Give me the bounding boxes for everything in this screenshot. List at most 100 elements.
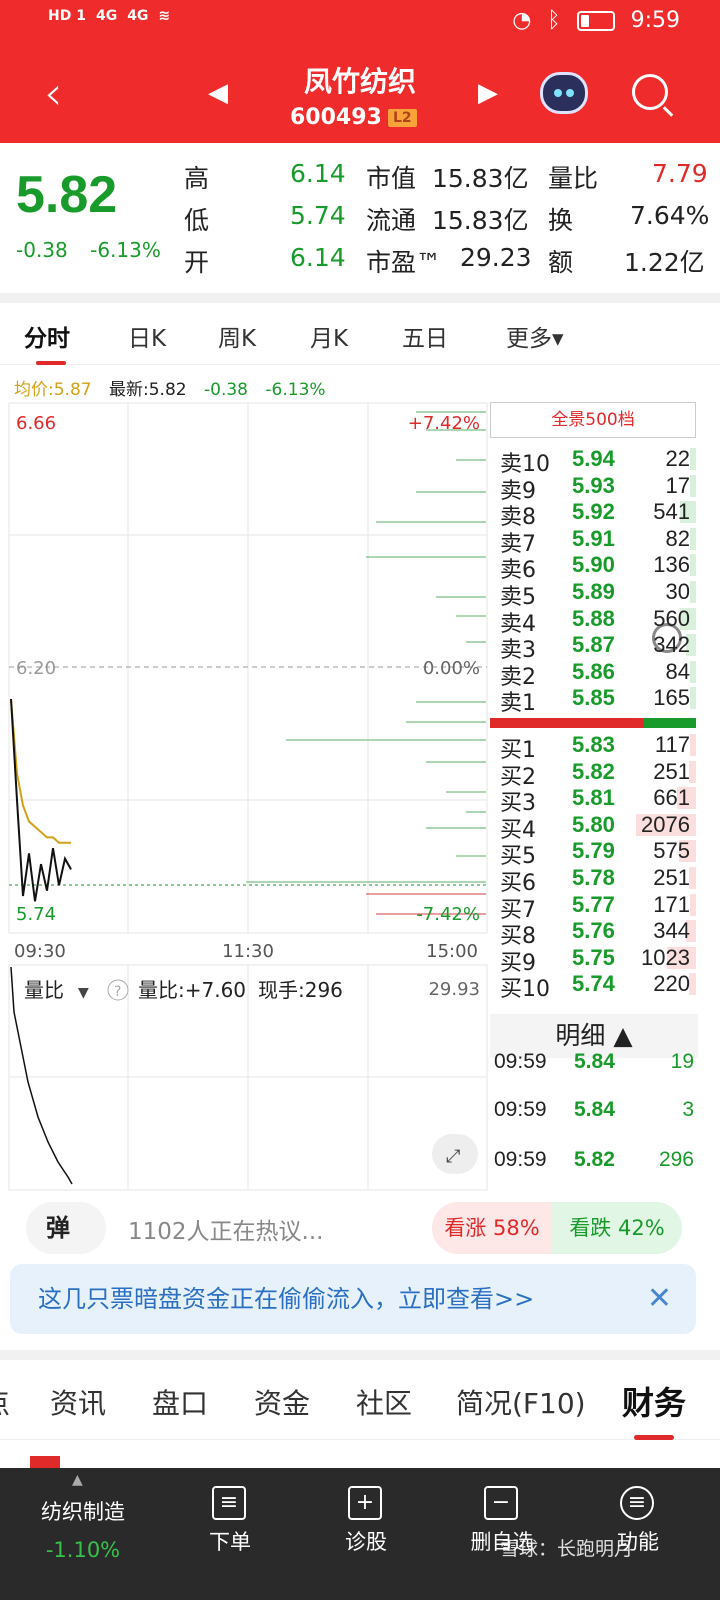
tab-five-day[interactable]: 五日 (402, 319, 448, 353)
bid-row[interactable]: 买9 5.75 1023 (500, 945, 696, 976)
app-header: HD 1 4G 4G ≋ ◔ ᛒ 9:59 ‹ ◀ 凤竹纺织 600493 L2… (0, 0, 720, 143)
last-price: 5.82 (16, 166, 118, 224)
tab-handicap[interactable]: 盘口 (152, 1382, 208, 1422)
bid-row[interactable]: 买3 5.81 661 (500, 785, 696, 816)
tab-profile[interactable]: 简况(F10) (456, 1382, 586, 1422)
intraday-chart[interactable]: 6.66 6.20 5.74 +7.42% 0.00% -7.42% 09:30… (8, 402, 488, 1192)
remove-icon: − (484, 1486, 518, 1520)
ask-volume: 30 (665, 579, 690, 604)
ask-row[interactable]: 卖3 5.87 342 (500, 632, 696, 663)
info-tabs: 点 资讯 盘口 资金 社区 简况(F10) 财务 (0, 1360, 720, 1440)
ask-row[interactable]: 卖6 5.90 136 (500, 552, 696, 583)
clock: 9:59 (630, 8, 680, 33)
bid-row[interactable]: 买6 5.78 251 (500, 865, 696, 896)
bid-row[interactable]: 买5 5.79 575 (500, 838, 696, 869)
bid-row[interactable]: 买4 5.80 2076 (500, 811, 696, 843)
ask-volume-bar (690, 474, 696, 497)
change-pct: -6.13% (90, 238, 161, 262)
latest-change: -0.38 (204, 380, 248, 400)
signal-icon-2: 4G (127, 8, 149, 24)
avg-price-line (10, 698, 71, 844)
tick-time: 09:59 (494, 1098, 547, 1121)
ask-price: 5.88 (572, 605, 615, 631)
diagnose-button[interactable]: + 诊股 (296, 1468, 436, 1600)
tab-monthly-k[interactable]: 月K (310, 319, 348, 353)
hd-badge: HD 1 (48, 8, 86, 24)
bid-volume-bar (690, 734, 696, 756)
bid-row[interactable]: 买2 5.82 251 (500, 759, 696, 790)
bid-price: 5.78 (572, 865, 615, 890)
ask-price: 5.86 (572, 658, 615, 684)
tab-partial[interactable]: 点 (0, 1382, 10, 1422)
ask-row[interactable]: 卖8 5.92 541 (500, 499, 696, 530)
next-stock-button[interactable]: ▶ (478, 78, 498, 108)
orderbook-header[interactable]: 全景500档 (490, 402, 696, 438)
ask-row[interactable]: 卖2 5.86 84 (500, 658, 696, 690)
robot-assistant-icon[interactable] (540, 72, 588, 114)
ask-row[interactable]: 卖1 5.85 165 (500, 685, 696, 716)
axis-bottom-pct: -7.42% (416, 904, 480, 925)
tab-intraday[interactable]: 分时 (24, 319, 70, 365)
bid-row[interactable]: 买7 5.77 171 (500, 891, 696, 923)
tab-community[interactable]: 社区 (356, 1382, 412, 1422)
turnover-label: 换 (548, 206, 574, 235)
industry-pct: -1.10% (45, 1538, 121, 1562)
bid-volume: 661 (653, 785, 690, 811)
tab-more[interactable]: 更多▾ (506, 319, 564, 353)
divider (0, 1350, 720, 1360)
ask-row[interactable]: 卖7 5.91 82 (500, 525, 696, 557)
vote-up-button[interactable]: 看涨 58% (432, 1202, 552, 1254)
pe-label: 市盈™ (366, 248, 442, 277)
time-label-mid: 11:30 (222, 941, 274, 962)
tab-news[interactable]: 资讯 (50, 1382, 106, 1422)
close-icon[interactable]: ✕ (647, 1264, 672, 1334)
danmaku-toggle[interactable]: 弹 (26, 1202, 106, 1254)
ask-row[interactable]: 卖10 5.94 22 (500, 446, 696, 477)
bid-row[interactable]: 买1 5.83 117 (500, 732, 696, 763)
tab-funds[interactable]: 资金 (254, 1382, 310, 1422)
ask-row[interactable]: 卖5 5.89 30 (500, 579, 696, 610)
ask-volume: 165 (653, 685, 690, 711)
search-icon[interactable] (632, 74, 668, 110)
stock-code: 600493 (290, 105, 382, 130)
order-label: 下单 (209, 1530, 251, 1554)
signal-icon: 4G (95, 8, 118, 24)
open-label: 开 (184, 248, 210, 277)
bid-level-label: 买10 (500, 977, 550, 1003)
tick-price: 5.84 (574, 1050, 615, 1073)
ask-row[interactable]: 卖9 5.93 17 (500, 472, 696, 504)
bid-price: 5.80 (572, 811, 615, 837)
status-bar: HD 1 4G 4G ≋ ◔ ᛒ 9:59 (0, 0, 720, 48)
industry-button[interactable]: ▲ 纺织制造 -1.10% (0, 1468, 166, 1600)
bid-row[interactable]: 买10 5.74 220 (500, 971, 696, 1002)
ask-volume: 136 (653, 552, 690, 578)
axis-mid-price: 6.20 (16, 658, 56, 679)
bluetooth-icon: ᛒ (547, 8, 561, 33)
ask-price: 5.91 (572, 525, 615, 551)
tab-weekly-k[interactable]: 周K (218, 319, 256, 353)
discussion-count[interactable]: 1102人正在热议... (128, 1212, 323, 1246)
tick-time: 09:59 (494, 1050, 547, 1073)
stock-name: 凤竹纺织 (303, 65, 416, 98)
avg-price: 均价:5.87 (14, 380, 92, 400)
order-button[interactable]: ≡ 下单 (160, 1468, 300, 1600)
ask-volume-bar (690, 581, 696, 603)
tick-vol: 19 (670, 1050, 694, 1073)
tab-daily-k[interactable]: 日K (128, 319, 166, 353)
bid-price: 5.77 (572, 891, 615, 917)
tab-finance[interactable]: 财务 (622, 1378, 686, 1440)
tick-vol: 3 (682, 1098, 694, 1121)
vote-down-button[interactable]: 看跌 42% (552, 1202, 682, 1254)
tick-time: 09:59 (494, 1148, 547, 1171)
ask-volume: 541 (653, 499, 690, 525)
promo-banner[interactable]: 这几只票暗盘资金正在偷偷流入，立即查看>> ✕ (10, 1264, 696, 1334)
dropdown-icon: ▼ (78, 985, 89, 1001)
tick-vol: 296 (658, 1148, 694, 1171)
ask-row[interactable]: 卖4 5.88 560 (500, 605, 696, 637)
menu-icon: ≡ (620, 1486, 654, 1520)
divider (0, 293, 720, 303)
bid-price: 5.81 (572, 785, 615, 811)
ask-volume: 17 (665, 472, 690, 498)
bid-row[interactable]: 买8 5.76 344 (500, 918, 696, 949)
ask-volume-bar (690, 448, 696, 470)
